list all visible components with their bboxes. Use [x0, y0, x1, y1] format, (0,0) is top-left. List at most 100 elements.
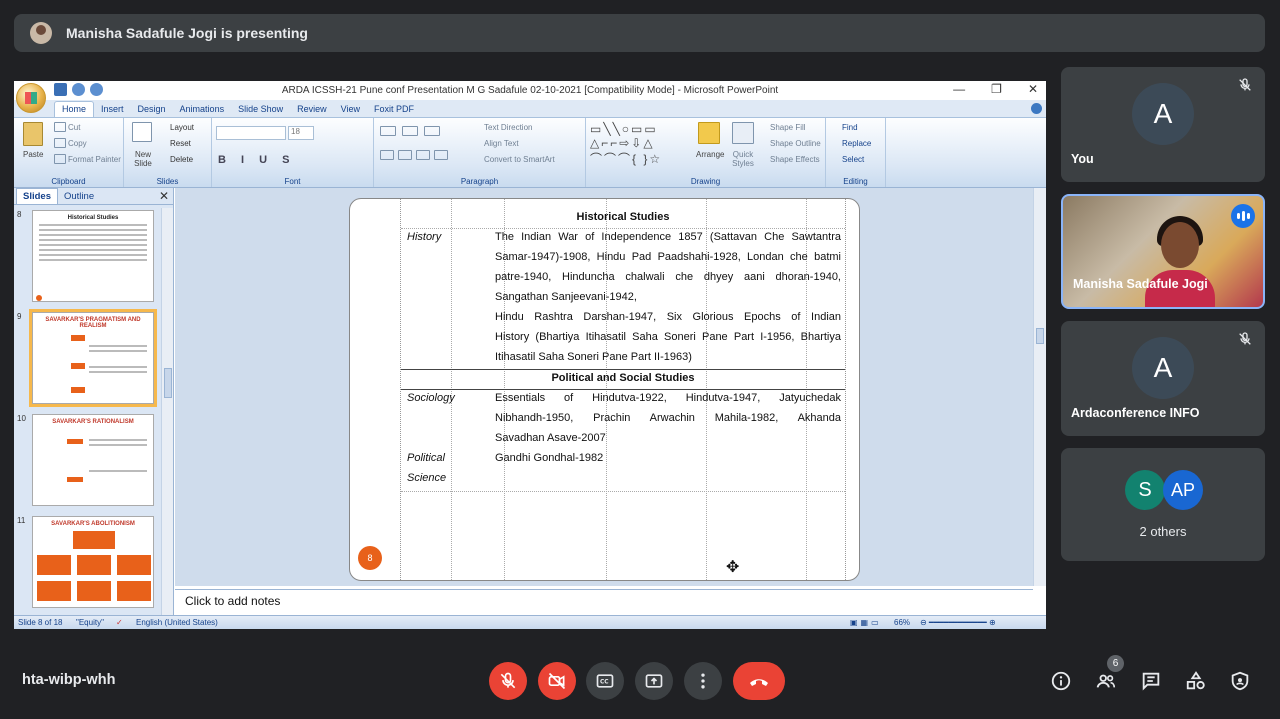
camera-toggle-button[interactable] [538, 662, 576, 700]
participant-count-badge: 6 [1107, 655, 1124, 672]
cut-button[interactable]: Cut [68, 123, 80, 132]
mic-off-icon [1237, 77, 1253, 93]
group-drawing: ▭╲╲○▭▭ △⌐⌐⇨⇩△ ⌒⌒⌒{ }☆ Arrange Quick Styles… [586, 118, 826, 187]
delete-button[interactable]: Delete [170, 155, 193, 164]
align-left-icon[interactable] [380, 150, 394, 160]
tab-view[interactable]: View [334, 104, 367, 117]
people-icon[interactable] [1095, 670, 1117, 692]
presenting-banner: Manisha Sadafule Jogi is presenting [14, 14, 1265, 52]
tile-others[interactable]: S AP 2 others [1061, 448, 1265, 561]
align-right-icon[interactable] [416, 150, 430, 160]
ppt-status-bar: Slide 8 of 18 "Equity" ✓ English (United… [14, 615, 1046, 629]
align-text-button[interactable]: Align Text [484, 139, 519, 148]
history-line-5: Hindu Rashtra Darshan-1947, Six Glorious… [495, 311, 841, 323]
tab-review[interactable]: Review [290, 104, 334, 117]
reset-button[interactable]: Reset [170, 139, 191, 148]
minimize-button[interactable]: — [953, 82, 965, 96]
numbering-icon[interactable] [402, 126, 418, 136]
political-line-1: Gandhi Gondhal-1982 [495, 452, 604, 464]
tab-animations[interactable]: Animations [173, 104, 232, 117]
hang-up-icon [750, 679, 768, 686]
office-button-icon[interactable] [16, 83, 46, 113]
shape-outline-button[interactable]: Shape Outline [770, 139, 821, 148]
more-options-button[interactable] [684, 662, 722, 700]
meeting-info-icon[interactable] [1050, 670, 1072, 692]
layout-button[interactable]: Layout [170, 123, 194, 132]
cut-icon [54, 122, 66, 132]
tile-presenter[interactable]: Manisha Sadafule Jogi [1061, 194, 1265, 309]
svg-text:CC: CC [600, 680, 609, 686]
host-controls-icon[interactable] [1229, 670, 1251, 692]
view-buttons[interactable]: ▣▦▭ [850, 618, 882, 627]
justify-icon[interactable] [434, 150, 448, 160]
presenter-avatar [30, 22, 52, 44]
tile-ardaconference[interactable]: A Ardaconference INFO [1061, 321, 1265, 436]
tab-foxit-pdf[interactable]: Foxit PDF [367, 104, 421, 117]
mic-toggle-button[interactable] [489, 662, 527, 700]
font-name-box[interactable] [216, 126, 286, 140]
current-slide[interactable]: Historical Studies History The Indian Wa… [349, 198, 860, 581]
tab-slides[interactable]: Slides [16, 188, 58, 204]
help-icon[interactable] [1031, 103, 1042, 114]
shape-effects-button[interactable]: Shape Effects [770, 155, 820, 164]
present-button[interactable] [635, 662, 673, 700]
label-science: Science [407, 472, 447, 484]
format-painter-icon [54, 154, 66, 164]
replace-button[interactable]: Replace [842, 139, 871, 148]
avatar: AP [1163, 470, 1203, 510]
editor-scrollbar[interactable] [1033, 188, 1046, 586]
notes-pane[interactable]: Click to add notes [175, 589, 1033, 617]
chat-icon[interactable] [1140, 670, 1162, 692]
zoom-slider[interactable]: ⊖ ━━━━━━━━━━━━ ⊕ [920, 618, 996, 627]
find-button[interactable]: Find [842, 123, 858, 132]
indent-icon[interactable] [424, 126, 440, 136]
font-style-buttons[interactable]: B I U S [218, 154, 295, 166]
label-history: History [407, 231, 442, 243]
quick-styles-button[interactable]: Quick Styles [728, 150, 758, 168]
close-button[interactable]: ✕ [1028, 82, 1038, 96]
leave-call-button[interactable] [733, 662, 785, 700]
paste-button[interactable]: Paste [23, 150, 43, 159]
text-direction-button[interactable]: Text Direction [484, 123, 532, 132]
tab-insert[interactable]: Insert [94, 104, 131, 117]
convert-smartart-button[interactable]: Convert to SmartArt [484, 155, 555, 164]
captions-button[interactable]: CC [586, 662, 624, 700]
section-heading-political: Political and Social Studies [551, 372, 695, 384]
activities-icon[interactable] [1185, 670, 1207, 692]
ribbon-tabs: Home Insert Design Animations Slide Show… [14, 100, 1046, 118]
shared-screen: ARDA ICSSH-21 Pune conf Presentation M G… [14, 81, 1046, 629]
align-center-icon[interactable] [398, 150, 412, 160]
editing-label: Editing [843, 177, 868, 186]
close-pane-icon[interactable]: ✕ [159, 189, 169, 203]
shape-fill-button[interactable]: Shape Fill [770, 123, 806, 132]
bullets-icon[interactable] [380, 126, 396, 136]
history-line-1: The Indian War of Independence 1857 (Sat… [495, 231, 841, 243]
slide-editor: Historical Studies History The Indian Wa… [175, 188, 1033, 586]
tile-you[interactable]: A You [1061, 67, 1265, 182]
history-line-6: History (Bhartiya Itihasatil Saha Soneri… [495, 331, 841, 343]
slides-pane-scrollbar[interactable] [161, 208, 173, 617]
mic-off-icon [1237, 331, 1253, 347]
thumbnail-heading: SAVARKAR'S ABOLITIONISM [51, 521, 135, 527]
notes-placeholder: Click to add notes [185, 594, 281, 608]
shapes-gallery[interactable]: ▭╲╲○▭▭ △⌐⌐⇨⇩△ ⌒⌒⌒{ }☆ [590, 122, 662, 167]
sociology-line-1: Essentials of Hindutva-1922, Hindutva-19… [495, 392, 841, 404]
format-painter-button[interactable]: Format Painter [68, 155, 121, 164]
restore-button[interactable]: ❐ [991, 82, 1002, 96]
new-slide-button[interactable]: New Slide [128, 150, 158, 168]
avatar: A [1132, 337, 1194, 399]
copy-icon [54, 138, 66, 148]
group-editing: Find Replace Select Editing [826, 118, 886, 187]
sociology-line-3: Savadhan Asave-2007 [495, 432, 606, 444]
tab-slide-show[interactable]: Slide Show [231, 104, 290, 117]
tab-home[interactable]: Home [54, 101, 95, 117]
history-line-4: Sangathan Sanjeevani-1942, [495, 291, 637, 303]
select-button[interactable]: Select [842, 155, 864, 164]
tab-outline[interactable]: Outline [58, 189, 100, 204]
ribbon: Paste Cut Copy Format Painter Clipboard … [14, 118, 1046, 188]
spellcheck-icon[interactable]: ✓ [116, 618, 123, 627]
arrange-button[interactable]: Arrange [696, 150, 724, 159]
copy-button[interactable]: Copy [68, 139, 87, 148]
font-size-box[interactable]: 18 [288, 126, 314, 140]
tab-design[interactable]: Design [131, 104, 173, 117]
